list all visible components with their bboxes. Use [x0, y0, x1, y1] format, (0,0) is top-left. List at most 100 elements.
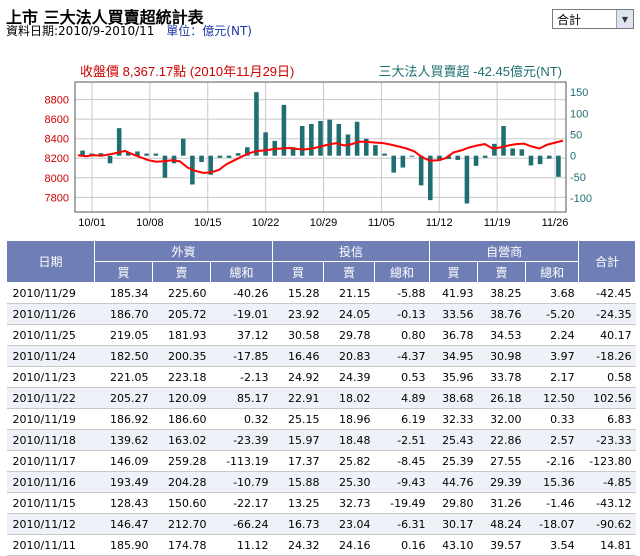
value-cell: 25.39	[429, 450, 478, 472]
value-cell: -90.62	[578, 513, 636, 535]
value-cell: 181.93	[152, 324, 211, 346]
close-price-label: 收盤價 8,367.17點 (2010年11月29日)	[80, 64, 294, 79]
value-cell: 163.02	[152, 429, 211, 451]
net-buy-label: 三大法人買賣超 -42.45億元(NT)	[379, 64, 562, 79]
right-tick-label: -100	[570, 193, 592, 205]
value-cell: 24.39	[323, 366, 375, 388]
value-cell: 13.25	[272, 492, 324, 514]
value-cell: 20.83	[323, 345, 375, 367]
value-cell: -2.51	[374, 429, 430, 451]
net-buy-bar	[180, 138, 186, 156]
x-tick-label: 10/29	[310, 217, 338, 229]
right-tick-label: 150	[570, 87, 588, 99]
value-cell: 146.09	[94, 450, 153, 472]
price-netbuy-chart: 收盤價 8,367.17點 (2010年11月29日) 三大法人買賣超 -42.…	[45, 64, 593, 229]
date-range: 資料日期:2010/9-2010/11	[6, 24, 155, 38]
x-tick-label: 10/22	[252, 217, 280, 229]
value-cell: 0.53	[374, 366, 430, 388]
value-cell: 44.76	[429, 471, 478, 493]
header-date: 日期	[6, 240, 95, 283]
value-cell: 185.34	[94, 282, 153, 304]
value-cell: -17.85	[210, 345, 273, 367]
value-cell: -0.13	[374, 303, 430, 325]
value-cell: 26.18	[477, 387, 526, 409]
left-tick-label: 8200	[45, 153, 69, 165]
header-dealer: 自營商	[429, 240, 580, 262]
net-buy-bar	[528, 155, 534, 166]
net-buy-bar	[537, 155, 543, 165]
date-cell: 2010/11/19	[6, 408, 95, 430]
right-tick-label: -50	[570, 172, 586, 184]
value-cell: 31.26	[477, 492, 526, 514]
value-cell: 0.33	[525, 408, 579, 430]
value-cell: 23.92	[272, 303, 324, 325]
value-cell: -9.43	[374, 471, 430, 493]
value-cell: 21.15	[323, 282, 375, 304]
x-tick-label: 11/12	[426, 217, 453, 229]
table-row: 2010/11/11 185.90 174.78 11.12 24.32 24.16 0.1…	[6, 534, 636, 556]
value-cell: 205.72	[152, 303, 211, 325]
value-cell: 24.92	[272, 366, 324, 388]
net-buy-bar	[418, 155, 424, 186]
value-cell: -6.31	[374, 513, 430, 535]
date-cell: 2010/11/18	[6, 429, 95, 451]
value-cell: 29.80	[429, 492, 478, 514]
net-buy-bar	[482, 155, 488, 158]
value-cell: -4.85	[578, 471, 636, 493]
value-cell: 221.05	[94, 366, 153, 388]
value-cell: -19.01	[210, 303, 273, 325]
net-buy-bar	[492, 143, 497, 156]
header-foreign-sum: 總和	[209, 261, 274, 283]
value-cell: 29.39	[477, 471, 526, 493]
net-buy-bar	[400, 155, 406, 168]
net-buy-bar	[354, 121, 360, 156]
net-buy-bar	[162, 155, 168, 178]
value-cell: 14.81	[578, 534, 636, 556]
value-cell: -113.19	[210, 450, 273, 472]
value-cell: -23.33	[578, 429, 636, 451]
value-cell: 24.16	[323, 534, 375, 556]
net-buy-bar	[473, 155, 479, 166]
value-cell: -8.45	[374, 450, 430, 472]
value-cell: 23.04	[323, 513, 375, 535]
net-buy-bar	[309, 123, 314, 156]
value-cell: 0.32	[210, 408, 273, 430]
summary-select[interactable]: 合計 ▼	[552, 9, 634, 29]
table-row: 2010/11/16 193.49 204.28 -10.79 15.88 25.30 -9…	[6, 471, 636, 493]
value-cell: 27.55	[477, 450, 526, 472]
value-cell: 0.58	[578, 366, 636, 388]
value-cell: 128.43	[94, 492, 153, 514]
value-cell: 39.57	[477, 534, 526, 556]
net-buy-bar	[299, 126, 305, 156]
value-cell: 212.70	[152, 513, 211, 535]
table-row: 2010/11/24 182.50 200.35 -17.85 16.46 20.83 -4…	[6, 345, 636, 367]
value-cell: -40.26	[210, 282, 273, 304]
table-row: 2010/11/29 185.34 225.60 -40.26 15.28 21.15 -5…	[6, 282, 636, 304]
value-cell: 225.60	[152, 282, 211, 304]
value-cell: 18.02	[323, 387, 375, 409]
value-cell: 16.46	[272, 345, 324, 367]
net-buy-bar	[107, 155, 113, 164]
net-buy-bar	[235, 153, 241, 156]
table-row: 2010/11/19 186.92 186.60 0.32 25.15 18.96 6.19…	[6, 408, 636, 430]
value-cell: 29.78	[323, 324, 375, 346]
value-cell: 6.19	[374, 408, 430, 430]
value-cell: 30.98	[477, 345, 526, 367]
date-cell: 2010/11/17	[6, 450, 95, 472]
value-cell: -18.26	[578, 345, 636, 367]
value-cell: -43.12	[578, 492, 636, 514]
value-cell: 22.86	[477, 429, 526, 451]
net-buy-bar	[263, 132, 268, 156]
value-cell: 38.68	[429, 387, 478, 409]
value-cell: 146.47	[94, 513, 153, 535]
chevron-down-icon[interactable]: ▼	[616, 10, 633, 28]
value-cell: -5.20	[525, 303, 579, 325]
value-cell: 43.10	[429, 534, 478, 556]
net-buy-bar	[217, 155, 223, 158]
value-cell: -5.88	[374, 282, 430, 304]
net-buy-bar	[409, 155, 415, 157]
value-cell: 24.32	[272, 534, 324, 556]
header-trust-sum: 總和	[374, 261, 431, 283]
value-cell: 15.36	[525, 471, 579, 493]
left-tick-label: 8400	[45, 134, 69, 146]
